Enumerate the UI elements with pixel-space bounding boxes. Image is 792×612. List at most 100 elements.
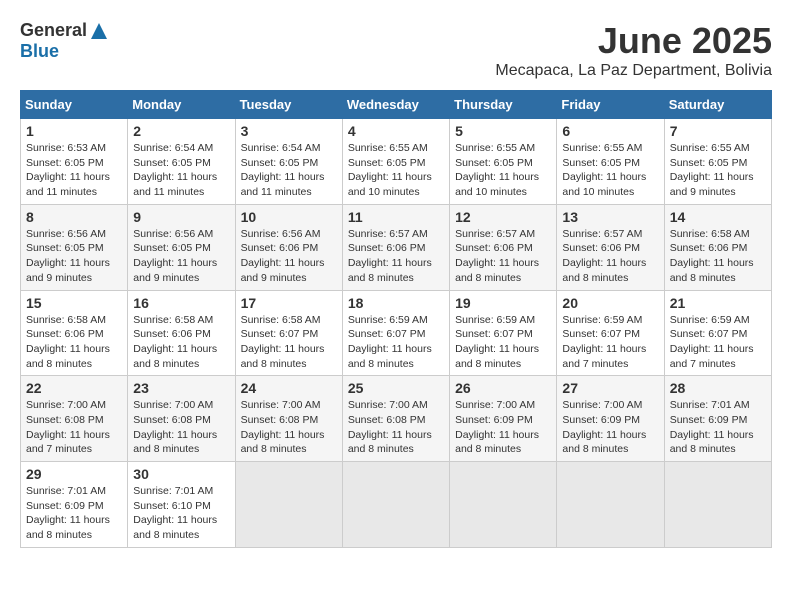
day-info: Sunrise: 7:00 AMSunset: 6:09 PMDaylight:… — [455, 398, 551, 457]
day-number: 17 — [241, 295, 337, 311]
table-row: 25 Sunrise: 7:00 AMSunset: 6:08 PMDaylig… — [342, 376, 449, 462]
day-number: 6 — [562, 123, 658, 139]
table-row: 5 Sunrise: 6:55 AMSunset: 6:05 PMDayligh… — [450, 119, 557, 205]
day-info: Sunrise: 6:59 AMSunset: 6:07 PMDaylight:… — [348, 313, 444, 372]
table-row: 24 Sunrise: 7:00 AMSunset: 6:08 PMDaylig… — [235, 376, 342, 462]
day-number: 26 — [455, 380, 551, 396]
table-row: 20 Sunrise: 6:59 AMSunset: 6:07 PMDaylig… — [557, 290, 664, 376]
day-info: Sunrise: 6:56 AMSunset: 6:06 PMDaylight:… — [241, 227, 337, 286]
header-wednesday: Wednesday — [342, 91, 449, 119]
table-row: 21 Sunrise: 6:59 AMSunset: 6:07 PMDaylig… — [664, 290, 771, 376]
calendar-week-row: 29 Sunrise: 7:01 AMSunset: 6:09 PMDaylig… — [21, 462, 772, 548]
day-info: Sunrise: 6:55 AMSunset: 6:05 PMDaylight:… — [455, 141, 551, 200]
table-row: 8 Sunrise: 6:56 AMSunset: 6:05 PMDayligh… — [21, 204, 128, 290]
table-row — [235, 462, 342, 548]
header-sunday: Sunday — [21, 91, 128, 119]
day-info: Sunrise: 6:59 AMSunset: 6:07 PMDaylight:… — [670, 313, 766, 372]
header-saturday: Saturday — [664, 91, 771, 119]
day-info: Sunrise: 7:01 AMSunset: 6:09 PMDaylight:… — [26, 484, 122, 543]
calendar-subtitle: Mecapaca, La Paz Department, Bolivia — [495, 62, 772, 80]
day-number: 15 — [26, 295, 122, 311]
table-row — [450, 462, 557, 548]
table-row: 27 Sunrise: 7:00 AMSunset: 6:09 PMDaylig… — [557, 376, 664, 462]
day-number: 8 — [26, 209, 122, 225]
day-number: 23 — [133, 380, 229, 396]
table-row: 7 Sunrise: 6:55 AMSunset: 6:05 PMDayligh… — [664, 119, 771, 205]
logo: General Blue — [20, 20, 109, 62]
day-number: 30 — [133, 466, 229, 482]
day-info: Sunrise: 6:53 AMSunset: 6:05 PMDaylight:… — [26, 141, 122, 200]
day-number: 11 — [348, 209, 444, 225]
calendar-table: Sunday Monday Tuesday Wednesday Thursday… — [20, 90, 772, 548]
day-info: Sunrise: 6:57 AMSunset: 6:06 PMDaylight:… — [348, 227, 444, 286]
weekday-header-row: Sunday Monday Tuesday Wednesday Thursday… — [21, 91, 772, 119]
calendar-week-row: 15 Sunrise: 6:58 AMSunset: 6:06 PMDaylig… — [21, 290, 772, 376]
day-number: 4 — [348, 123, 444, 139]
day-info: Sunrise: 6:58 AMSunset: 6:06 PMDaylight:… — [26, 313, 122, 372]
day-number: 7 — [670, 123, 766, 139]
header-friday: Friday — [557, 91, 664, 119]
table-row: 28 Sunrise: 7:01 AMSunset: 6:09 PMDaylig… — [664, 376, 771, 462]
table-row: 4 Sunrise: 6:55 AMSunset: 6:05 PMDayligh… — [342, 119, 449, 205]
day-number: 19 — [455, 295, 551, 311]
day-number: 14 — [670, 209, 766, 225]
table-row: 29 Sunrise: 7:01 AMSunset: 6:09 PMDaylig… — [21, 462, 128, 548]
header-tuesday: Tuesday — [235, 91, 342, 119]
day-number: 28 — [670, 380, 766, 396]
calendar-week-row: 22 Sunrise: 7:00 AMSunset: 6:08 PMDaylig… — [21, 376, 772, 462]
table-row: 19 Sunrise: 6:59 AMSunset: 6:07 PMDaylig… — [450, 290, 557, 376]
table-row: 13 Sunrise: 6:57 AMSunset: 6:06 PMDaylig… — [557, 204, 664, 290]
day-number: 5 — [455, 123, 551, 139]
day-number: 20 — [562, 295, 658, 311]
header-thursday: Thursday — [450, 91, 557, 119]
table-row — [342, 462, 449, 548]
table-row: 15 Sunrise: 6:58 AMSunset: 6:06 PMDaylig… — [21, 290, 128, 376]
day-info: Sunrise: 6:59 AMSunset: 6:07 PMDaylight:… — [562, 313, 658, 372]
day-info: Sunrise: 6:55 AMSunset: 6:05 PMDaylight:… — [670, 141, 766, 200]
day-info: Sunrise: 6:55 AMSunset: 6:05 PMDaylight:… — [348, 141, 444, 200]
day-info: Sunrise: 6:56 AMSunset: 6:05 PMDaylight:… — [26, 227, 122, 286]
table-row: 14 Sunrise: 6:58 AMSunset: 6:06 PMDaylig… — [664, 204, 771, 290]
day-info: Sunrise: 7:00 AMSunset: 6:08 PMDaylight:… — [241, 398, 337, 457]
calendar-week-row: 1 Sunrise: 6:53 AMSunset: 6:05 PMDayligh… — [21, 119, 772, 205]
day-info: Sunrise: 6:57 AMSunset: 6:06 PMDaylight:… — [455, 227, 551, 286]
day-info: Sunrise: 6:58 AMSunset: 6:06 PMDaylight:… — [133, 313, 229, 372]
day-number: 12 — [455, 209, 551, 225]
table-row: 26 Sunrise: 7:00 AMSunset: 6:09 PMDaylig… — [450, 376, 557, 462]
day-info: Sunrise: 6:57 AMSunset: 6:06 PMDaylight:… — [562, 227, 658, 286]
day-number: 2 — [133, 123, 229, 139]
calendar-week-row: 8 Sunrise: 6:56 AMSunset: 6:05 PMDayligh… — [21, 204, 772, 290]
day-info: Sunrise: 6:54 AMSunset: 6:05 PMDaylight:… — [241, 141, 337, 200]
table-row: 10 Sunrise: 6:56 AMSunset: 6:06 PMDaylig… — [235, 204, 342, 290]
day-number: 21 — [670, 295, 766, 311]
table-row: 1 Sunrise: 6:53 AMSunset: 6:05 PMDayligh… — [21, 119, 128, 205]
day-number: 29 — [26, 466, 122, 482]
day-info: Sunrise: 6:58 AMSunset: 6:06 PMDaylight:… — [670, 227, 766, 286]
day-info: Sunrise: 6:59 AMSunset: 6:07 PMDaylight:… — [455, 313, 551, 372]
table-row: 23 Sunrise: 7:00 AMSunset: 6:08 PMDaylig… — [128, 376, 235, 462]
day-number: 16 — [133, 295, 229, 311]
table-row: 3 Sunrise: 6:54 AMSunset: 6:05 PMDayligh… — [235, 119, 342, 205]
day-info: Sunrise: 7:00 AMSunset: 6:08 PMDaylight:… — [26, 398, 122, 457]
table-row: 16 Sunrise: 6:58 AMSunset: 6:06 PMDaylig… — [128, 290, 235, 376]
day-number: 9 — [133, 209, 229, 225]
day-info: Sunrise: 6:58 AMSunset: 6:07 PMDaylight:… — [241, 313, 337, 372]
table-row: 2 Sunrise: 6:54 AMSunset: 6:05 PMDayligh… — [128, 119, 235, 205]
logo-blue: Blue — [20, 41, 59, 62]
table-row: 17 Sunrise: 6:58 AMSunset: 6:07 PMDaylig… — [235, 290, 342, 376]
day-number: 27 — [562, 380, 658, 396]
table-row: 12 Sunrise: 6:57 AMSunset: 6:06 PMDaylig… — [450, 204, 557, 290]
day-number: 22 — [26, 380, 122, 396]
day-number: 13 — [562, 209, 658, 225]
day-number: 25 — [348, 380, 444, 396]
day-info: Sunrise: 7:01 AMSunset: 6:09 PMDaylight:… — [670, 398, 766, 457]
day-info: Sunrise: 7:01 AMSunset: 6:10 PMDaylight:… — [133, 484, 229, 543]
day-number: 24 — [241, 380, 337, 396]
header: General Blue June 2025 Mecapaca, La Paz … — [20, 20, 772, 80]
logo-icon — [89, 21, 109, 41]
day-number: 1 — [26, 123, 122, 139]
day-number: 3 — [241, 123, 337, 139]
table-row — [664, 462, 771, 548]
day-info: Sunrise: 7:00 AMSunset: 6:09 PMDaylight:… — [562, 398, 658, 457]
day-number: 18 — [348, 295, 444, 311]
